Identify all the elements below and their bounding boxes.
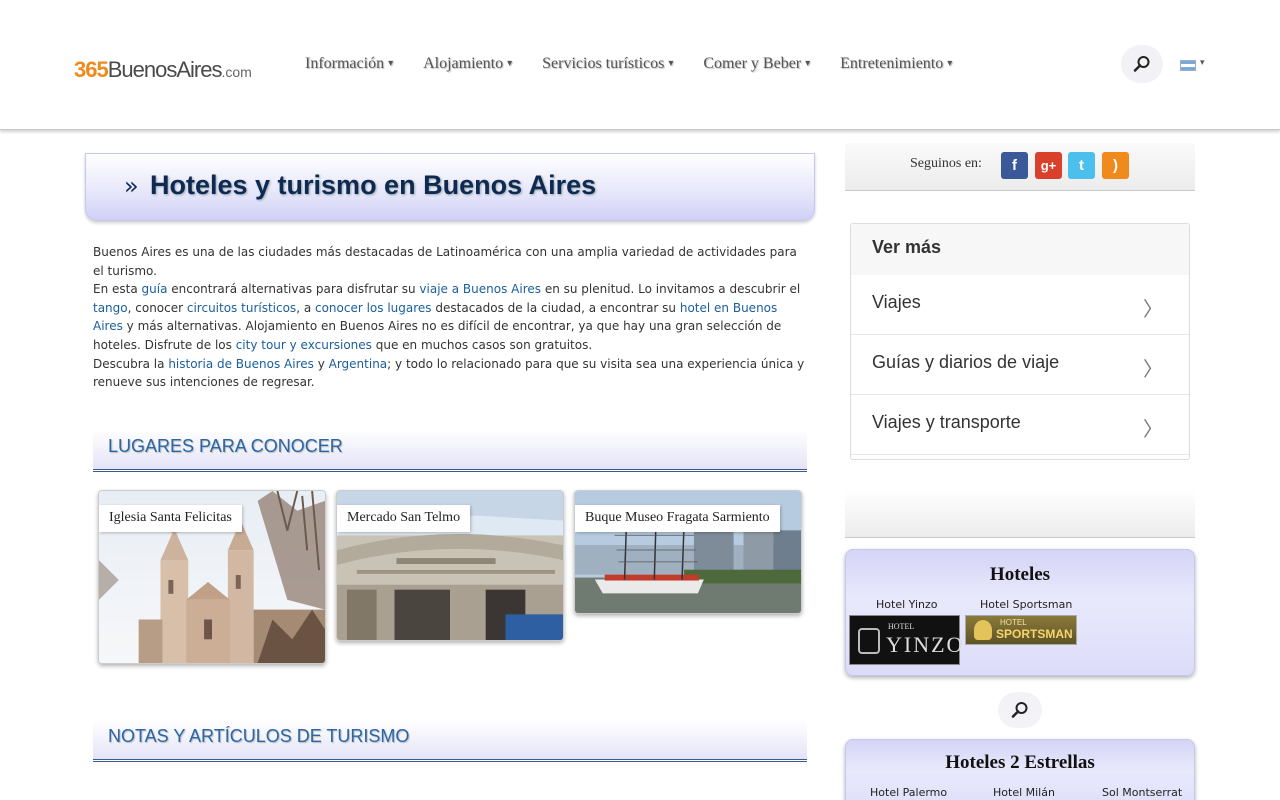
place-card-mercado-san-telmo[interactable]: Mercado San Telmo	[336, 490, 564, 641]
link-argentina[interactable]: Argentina	[329, 357, 388, 371]
google-plus-icon[interactable]: g+	[1035, 152, 1062, 179]
ver-mas-item-viajes[interactable]: Viajes 〉	[851, 275, 1189, 335]
logo-number: 365	[74, 57, 109, 82]
section-notes-title: NOTAS Y ARTÍCULOS DE TURISMO	[108, 726, 410, 746]
main-nav: Información ▾ Alojamiento ▾ Servicios turí…	[305, 55, 982, 73]
chevron-right-icon: 〉	[1143, 417, 1163, 441]
sidebar-blank-box	[845, 490, 1195, 538]
header-search-button[interactable]	[1121, 45, 1163, 83]
title-marker-icon: »	[124, 172, 139, 200]
link-guia[interactable]: guía	[142, 282, 168, 296]
ver-mas-title: Ver más	[851, 224, 1189, 275]
hotel-name[interactable]: Hotel Yinzo	[876, 598, 938, 611]
section-places-title: LUGARES PARA CONOCER	[108, 436, 343, 456]
hoteles-2-title: Hoteles 2 Estrellas	[945, 752, 1095, 773]
link-circuitos[interactable]: circuitos turísticos	[187, 301, 296, 315]
section-notes-header: NOTAS Y ARTÍCULOS DE TURISMO	[93, 720, 807, 762]
ver-mas-panel: Ver más Viajes 〉 Guías y diarios de viaj…	[850, 223, 1190, 460]
ver-mas-item-guias[interactable]: Guías y diarios de viaje 〉	[851, 335, 1189, 395]
nav-servicios-turisticos[interactable]: Servicios turísticos ▾	[542, 55, 673, 73]
hotel-sportsman-logo[interactable]: HOTEL SPORTSMAN	[965, 615, 1077, 645]
place-label: Mercado San Telmo	[337, 505, 471, 532]
link-city-tour[interactable]: city tour y excursiones	[236, 338, 372, 352]
chevron-right-icon: 〉	[1143, 357, 1163, 381]
social-bar: Seguinos en: f g+ t )	[845, 143, 1195, 191]
horse-icon	[974, 620, 992, 640]
hotel-yinzo-logo[interactable]: HOTEL YINZO	[849, 615, 962, 665]
nav-informacion[interactable]: Información ▾	[305, 55, 393, 73]
link-historia[interactable]: historia de Buenos Aires	[168, 357, 314, 371]
facebook-icon[interactable]: f	[1001, 152, 1028, 179]
hoteles-title: Hoteles	[989, 564, 1051, 585]
nav-entretenimiento[interactable]: Entretenimiento ▾	[840, 55, 952, 73]
hotel-name[interactable]: Hotel Milán	[993, 786, 1055, 799]
caret-down-icon: ▾	[805, 58, 811, 69]
page-title-box: » Hoteles y turismo en Buenos Aires	[85, 153, 815, 221]
crest-icon	[858, 628, 880, 654]
intro-text: Buenos Aires es una de las ciudades más …	[93, 245, 805, 390]
language-caret-icon[interactable]: ▾	[1200, 58, 1205, 68]
hotel-name[interactable]: Hotel Sportsman	[980, 598, 1072, 611]
caret-down-icon: ▾	[388, 58, 394, 69]
hoteles-2-estrellas-box: Hoteles 2 Estrellas Hotel Palermo Hotel …	[845, 739, 1195, 800]
caret-down-icon: ▾	[947, 58, 953, 69]
search-icon	[1011, 702, 1028, 718]
logo-tld: .com	[221, 64, 252, 80]
place-label: Iglesia Santa Felicitas	[99, 505, 242, 532]
place-label: Buque Museo Fragata Sarmiento	[575, 505, 780, 532]
hoteles-box: Hoteles Hotel Yinzo Hotel Sportsman HOTE…	[845, 549, 1195, 676]
page-title: Hoteles y turismo en Buenos Aires	[150, 170, 597, 200]
hotel-name[interactable]: Hotel Palermo	[870, 786, 947, 799]
logo-name: BuenosAires	[107, 57, 223, 82]
sidebar-search-button[interactable]	[998, 692, 1042, 728]
rss-icon[interactable]: )	[1102, 152, 1129, 179]
caret-down-icon: ▾	[507, 58, 513, 69]
site-logo[interactable]: 365BuenosAires.com	[74, 56, 252, 86]
link-viaje[interactable]: viaje a Buenos Aires	[419, 282, 541, 296]
nav-comer-y-beber[interactable]: Comer y Beber ▾	[703, 55, 810, 73]
language-flag-icon[interactable]	[1180, 60, 1196, 71]
place-card-santa-felicitas[interactable]: Iglesia Santa Felicitas	[98, 490, 326, 664]
nav-alojamiento[interactable]: Alojamiento ▾	[423, 55, 512, 73]
chevron-right-icon: 〉	[1143, 297, 1163, 321]
search-icon	[1133, 56, 1150, 72]
follow-label: Seguinos en:	[910, 156, 982, 171]
twitter-icon[interactable]: t	[1068, 152, 1095, 179]
section-places-header: LUGARES PARA CONOCER	[93, 430, 807, 472]
hotel-name[interactable]: Sol Montserrat	[1102, 786, 1182, 799]
link-conocer[interactable]: conocer los lugares	[315, 301, 432, 315]
ver-mas-item-transporte[interactable]: Viajes y transporte 〉	[851, 395, 1189, 455]
site-header: 365BuenosAires.com Información ▾ Alojamie…	[0, 0, 1280, 130]
caret-down-icon: ▾	[668, 58, 674, 69]
place-card-fragata-sarmiento[interactable]: Buque Museo Fragata Sarmiento	[574, 490, 802, 614]
link-tango[interactable]: tango	[93, 301, 128, 315]
